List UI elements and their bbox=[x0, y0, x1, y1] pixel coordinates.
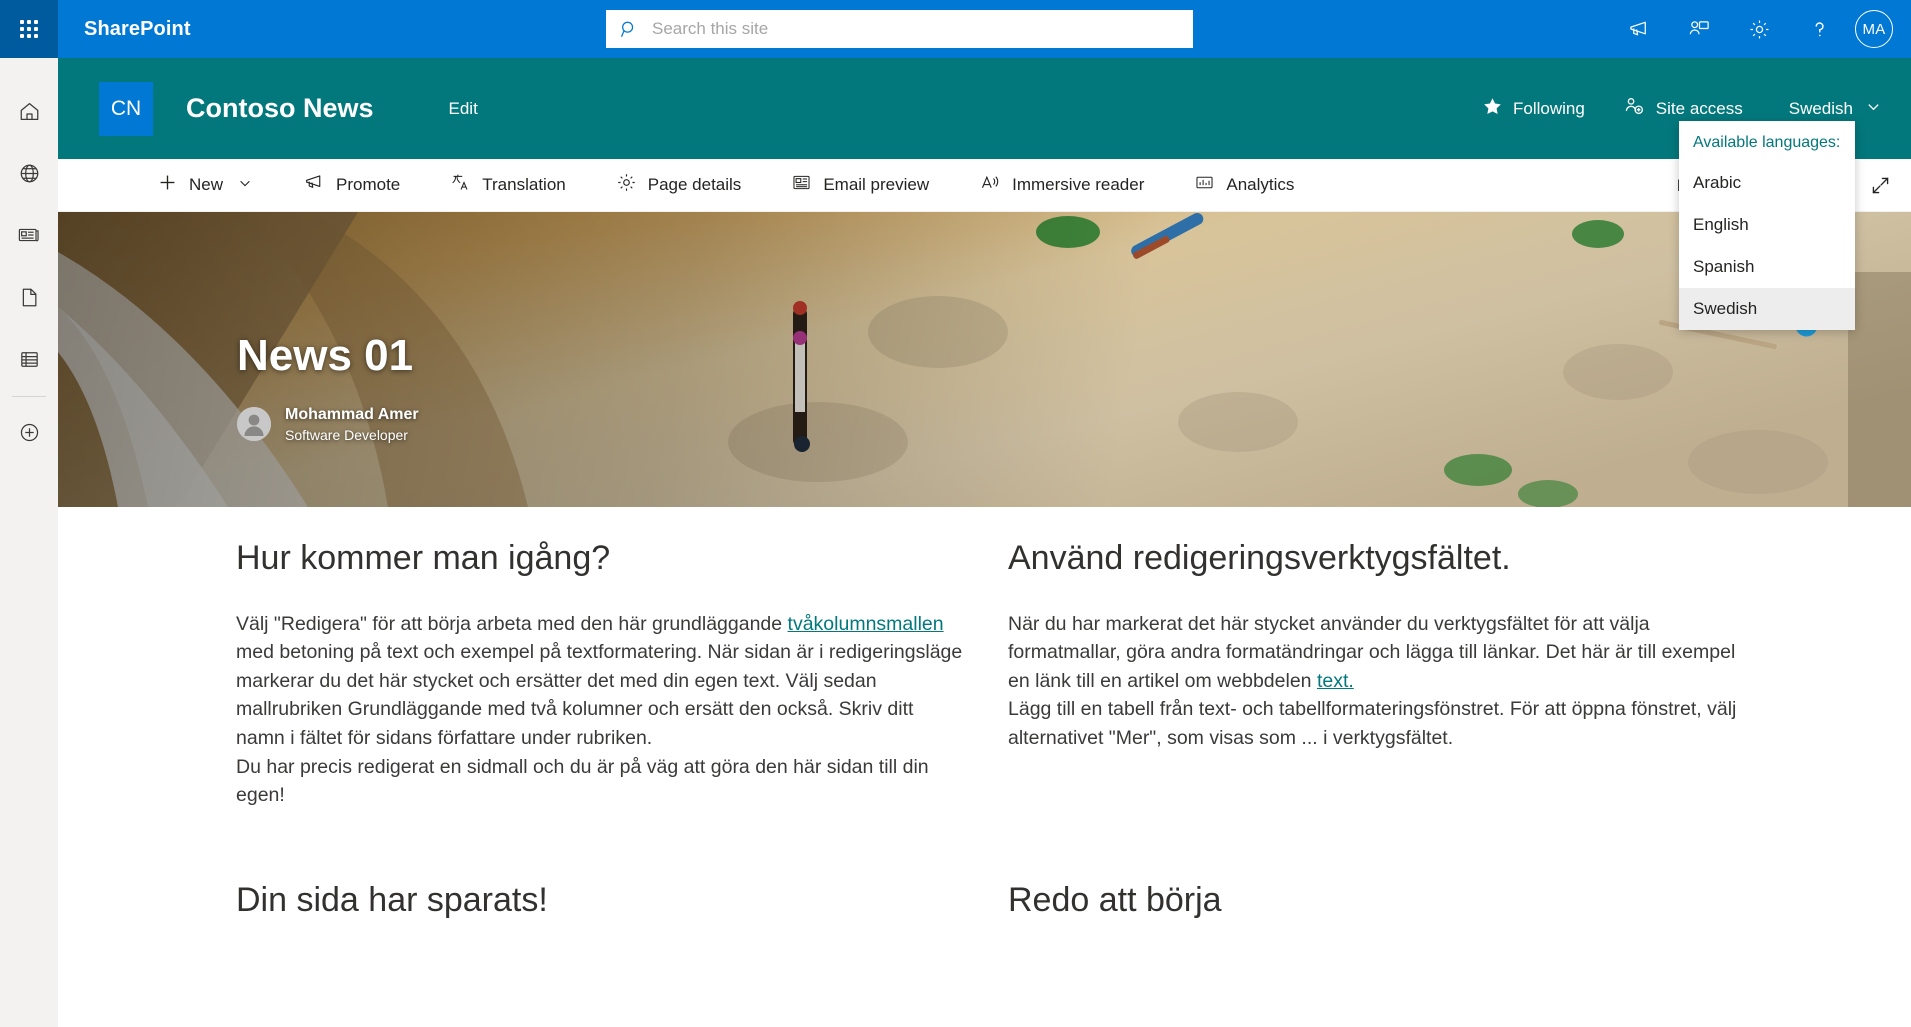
analytics-label: Analytics bbox=[1226, 175, 1295, 194]
search-icon bbox=[620, 20, 639, 39]
page-details-label: Page details bbox=[647, 175, 742, 194]
email-preview-icon bbox=[791, 172, 812, 198]
left-section-paragraph: Välj "Redigera" för att börja arbeta med… bbox=[236, 610, 966, 811]
language-option-arabic[interactable]: Arabic bbox=[1679, 162, 1855, 204]
author-avatar-icon bbox=[237, 407, 271, 442]
right-paragraph-2: Lägg till en tabell från text- och tabel… bbox=[1008, 698, 1737, 750]
author-name: Mohammad Amer bbox=[285, 406, 419, 423]
site-header: CN Contoso News Edit Following Site acce… bbox=[58, 58, 1911, 159]
sidebar-item-pages[interactable] bbox=[0, 266, 58, 328]
author-block: Mohammad Amer Software Developer bbox=[237, 404, 419, 444]
right-section-paragraph: När du har markerat det här stycket anvä… bbox=[1008, 610, 1748, 753]
language-label: Swedish bbox=[1788, 98, 1853, 118]
following-label: Following bbox=[1512, 98, 1585, 118]
available-languages-heading: Available languages: bbox=[1693, 134, 1841, 151]
suite-bar-actions: MA bbox=[1609, 0, 1911, 58]
sidebar-item-home[interactable] bbox=[0, 80, 58, 142]
text-webpart-link[interactable]: text. bbox=[1317, 670, 1354, 692]
sidebar-item-web[interactable] bbox=[0, 142, 58, 204]
language-dropdown-menu: Available languages: Arabic English Span… bbox=[1679, 121, 1855, 330]
content-column-right-bottom: Redo att börja bbox=[1008, 879, 1748, 952]
search-input[interactable] bbox=[652, 19, 1179, 39]
promote-label: Promote bbox=[336, 175, 401, 194]
site-logo[interactable]: CN bbox=[99, 81, 153, 136]
language-option-swedish[interactable]: Swedish bbox=[1679, 288, 1855, 330]
language-option-spanish[interactable]: Spanish bbox=[1679, 246, 1855, 288]
promote-button[interactable]: Promote bbox=[291, 159, 413, 212]
translation-icon bbox=[450, 172, 471, 198]
right-section-heading-2: Redo att börja bbox=[1008, 881, 1222, 919]
translation-label: Translation bbox=[482, 175, 566, 194]
site-title[interactable]: Contoso News bbox=[186, 93, 374, 124]
immersive-reader-button[interactable]: Immersive reader bbox=[966, 159, 1157, 212]
search-box[interactable] bbox=[606, 10, 1193, 48]
app-launcher-icon bbox=[20, 20, 38, 38]
sidebar-item-news[interactable] bbox=[0, 204, 58, 266]
content-column-left-bottom: Din sida har sparats! bbox=[236, 879, 966, 952]
email-preview-button[interactable]: Email preview bbox=[778, 159, 942, 212]
sharepoint-brand[interactable]: SharePoint bbox=[84, 18, 191, 41]
translation-button[interactable]: Translation bbox=[437, 159, 578, 212]
immersive-reader-label: Immersive reader bbox=[1012, 175, 1145, 194]
page-details-button[interactable]: Page details bbox=[603, 159, 755, 212]
rail-divider bbox=[12, 396, 46, 397]
page-body: Hur kommer man igång? Välj "Redigera" fö… bbox=[58, 507, 1911, 1027]
people-add-icon bbox=[1623, 95, 1646, 123]
left-section-heading-2: Din sida har sparats! bbox=[236, 881, 548, 919]
site-access-label: Site access bbox=[1655, 98, 1743, 118]
content-column-right: Använd redigeringsverktygsfältet. När du… bbox=[1008, 537, 1748, 753]
sidebar-item-create[interactable] bbox=[0, 401, 58, 463]
gear-icon[interactable] bbox=[1729, 0, 1789, 58]
following-button[interactable]: Following bbox=[1474, 87, 1593, 131]
content-column-left: Hur kommer man igång? Välj "Redigera" fö… bbox=[236, 537, 966, 810]
user-avatar[interactable]: MA bbox=[1855, 10, 1893, 48]
sharepoint-page: SharePoint Search this site MA CN Contos… bbox=[0, 0, 1911, 1027]
two-column-template-link[interactable]: tvåkolumnsmallen bbox=[788, 613, 944, 635]
edit-navigation-link[interactable]: Edit bbox=[449, 99, 478, 119]
command-bar: New Promote Translation Page details Ema… bbox=[58, 159, 1911, 212]
suite-bar: SharePoint Search this site MA bbox=[0, 0, 1911, 58]
right-section-heading: Använd redigeringsverktygsfältet. bbox=[1008, 539, 1511, 577]
chevron-down-icon bbox=[238, 175, 252, 195]
email-preview-label: Email preview bbox=[823, 175, 930, 194]
left-paragraph-2: Du har precis redigerat en sidmall och d… bbox=[236, 755, 929, 807]
chevron-down-icon bbox=[1866, 99, 1881, 119]
language-option-english[interactable]: English bbox=[1679, 204, 1855, 246]
language-selector[interactable]: Swedish bbox=[1789, 99, 1881, 119]
feedback-icon[interactable] bbox=[1669, 0, 1729, 58]
app-launcher-button[interactable] bbox=[0, 0, 58, 58]
left-paragraph-part1: Välj "Redigera" för att börja arbeta med… bbox=[236, 612, 788, 635]
analytics-icon bbox=[1194, 172, 1215, 198]
new-button[interactable]: New bbox=[144, 159, 265, 212]
new-label: New bbox=[189, 175, 224, 194]
hero-banner[interactable]: News 01 Mohammad Amer Software Developer bbox=[58, 212, 1911, 507]
right-paragraph-part1: När du har markerat det här stycket anvä… bbox=[1008, 612, 1736, 692]
left-paragraph-part2: med betoning på text och exempel på text… bbox=[236, 641, 963, 750]
plus-icon bbox=[157, 172, 178, 198]
page-title: News 01 bbox=[237, 331, 414, 380]
gear-icon bbox=[616, 172, 637, 198]
star-icon bbox=[1482, 96, 1503, 122]
immersive-reader-icon bbox=[979, 172, 1001, 198]
full-screen-button[interactable] bbox=[1849, 159, 1911, 212]
left-section-heading: Hur kommer man igång? bbox=[236, 539, 611, 577]
help-icon[interactable] bbox=[1789, 0, 1849, 58]
megaphone-icon bbox=[304, 172, 325, 198]
megaphone-icon[interactable] bbox=[1609, 0, 1669, 58]
author-role: Software Developer bbox=[285, 426, 408, 443]
analytics-button[interactable]: Analytics bbox=[1181, 159, 1307, 212]
left-navigation-rail bbox=[0, 58, 58, 1027]
sidebar-item-lists[interactable] bbox=[0, 328, 58, 390]
